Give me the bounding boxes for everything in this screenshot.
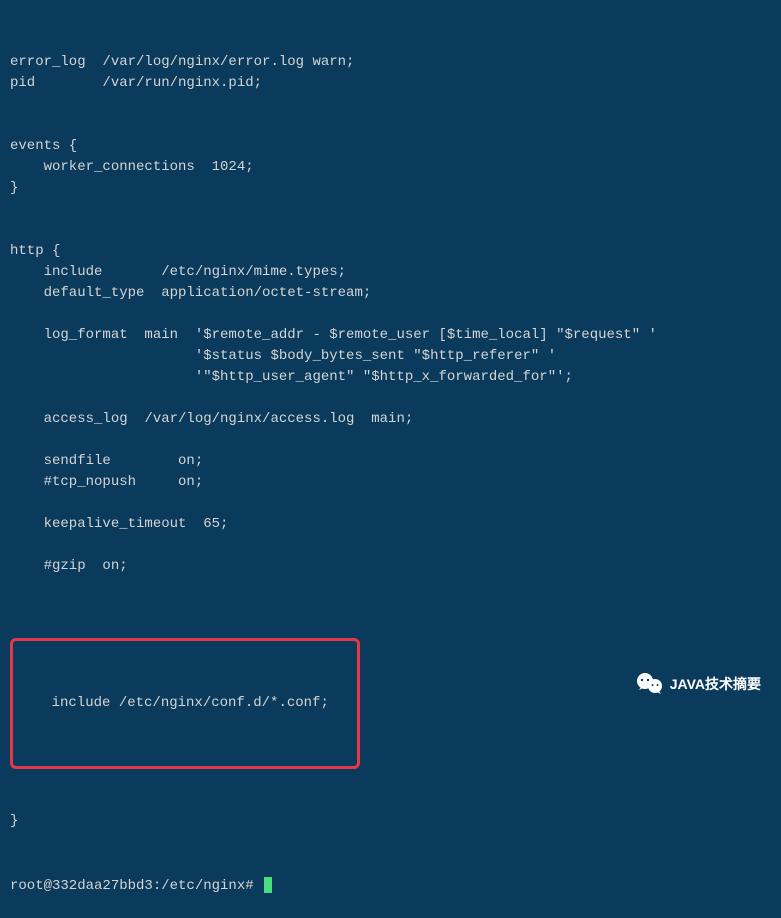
- config-line: [10, 535, 771, 556]
- shell-prompt-line[interactable]: root@332daa27bbd3:/etc/nginx#: [10, 876, 771, 897]
- config-line: [10, 94, 771, 115]
- config-line: default_type application/octet-stream;: [10, 283, 771, 304]
- config-line: sendfile on;: [10, 451, 771, 472]
- config-line: http {: [10, 241, 771, 262]
- config-line: error_log /var/log/nginx/error.log warn;: [10, 52, 771, 73]
- watermark: JAVA技术摘要: [636, 672, 761, 696]
- config-line: access_log /var/log/nginx/access.log mai…: [10, 409, 771, 430]
- config-line: keepalive_timeout 65;: [10, 514, 771, 535]
- config-line: include /etc/nginx/mime.types;: [10, 262, 771, 283]
- highlighted-config-line: include /etc/nginx/conf.d/*.conf;: [10, 638, 360, 769]
- config-line: [10, 577, 771, 598]
- wechat-icon: [636, 672, 664, 696]
- config-line: [10, 115, 771, 136]
- config-line: [10, 388, 771, 409]
- config-line: [10, 493, 771, 514]
- config-line: #tcp_nopush on;: [10, 472, 771, 493]
- config-line: [10, 430, 771, 451]
- config-line: '"$http_user_agent" "$http_x_forwarded_f…: [10, 367, 771, 388]
- config-line: [10, 304, 771, 325]
- config-line: pid /var/run/nginx.pid;: [10, 73, 771, 94]
- cursor-icon: [264, 877, 272, 893]
- config-line: events {: [10, 136, 771, 157]
- config-line: [10, 199, 771, 220]
- config-line: [10, 220, 771, 241]
- watermark-text: JAVA技术摘要: [670, 674, 761, 695]
- config-line: #gzip on;: [10, 556, 771, 577]
- terminal-output: error_log /var/log/nginx/error.log warn;…: [10, 10, 771, 918]
- shell-prompt: root@332daa27bbd3:/etc/nginx#: [10, 878, 262, 894]
- config-line: '$status $body_bytes_sent "$http_referer…: [10, 346, 771, 367]
- config-line: }: [10, 178, 771, 199]
- config-line: log_format main '$remote_addr - $remote_…: [10, 325, 771, 346]
- config-line: worker_connections 1024;: [10, 157, 771, 178]
- closing-brace: }: [10, 811, 771, 832]
- include-conf-line: include /etc/nginx/conf.d/*.conf;: [18, 693, 352, 714]
